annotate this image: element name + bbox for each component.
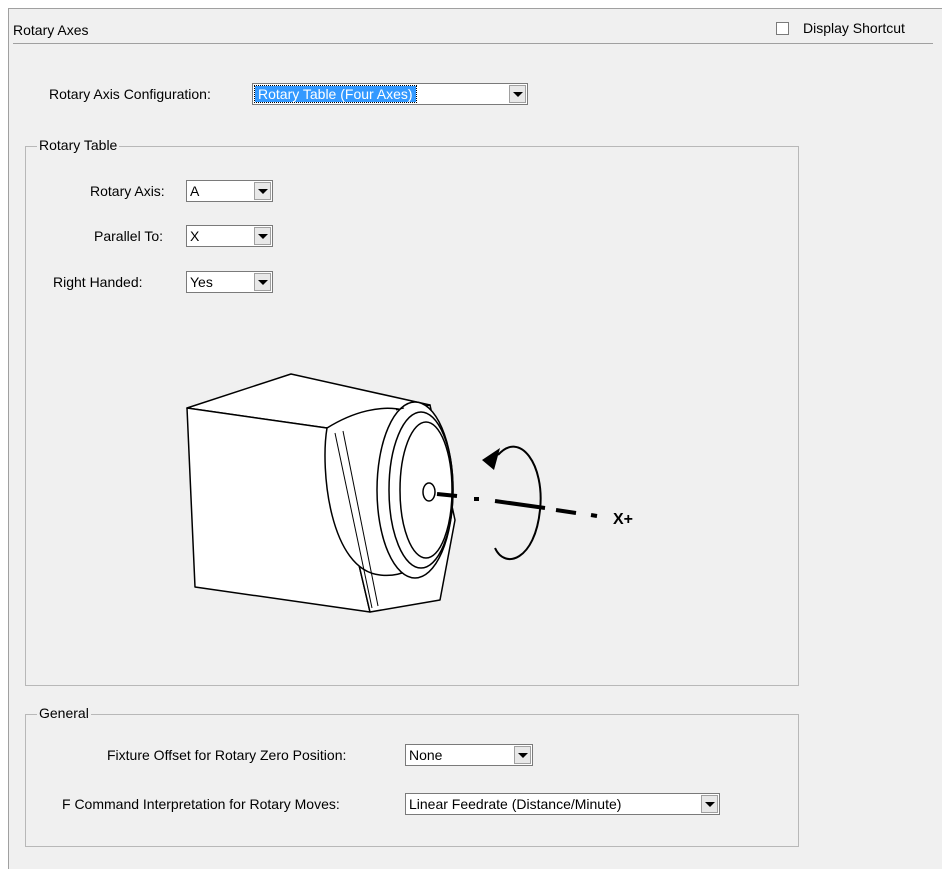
dropdown-arrow-icon[interactable] bbox=[254, 273, 271, 291]
config-select[interactable]: Rotary Table (Four Axes) bbox=[252, 83, 528, 105]
checkbox-box[interactable] bbox=[776, 21, 789, 35]
right-handed-select-value: Yes bbox=[190, 274, 213, 290]
fixture-offset-select-value: None bbox=[409, 747, 443, 763]
dropdown-arrow-icon[interactable] bbox=[514, 746, 531, 764]
rotary-axis-select-value: A bbox=[190, 183, 200, 199]
parallel-to-select-value: X bbox=[190, 228, 200, 244]
general-group-title: General bbox=[37, 705, 91, 721]
display-shortcut-checkbox[interactable]: Display Shortcut bbox=[776, 20, 905, 36]
config-label: Rotary Axis Configuration: bbox=[49, 86, 211, 102]
dropdown-arrow-icon[interactable] bbox=[701, 795, 718, 813]
dropdown-arrow-icon[interactable] bbox=[509, 85, 526, 103]
panel-title: Rotary Axes bbox=[13, 22, 89, 38]
fixture-offset-label: Fixture Offset for Rotary Zero Position: bbox=[107, 747, 347, 763]
parallel-to-select[interactable]: X bbox=[186, 225, 273, 247]
general-group bbox=[25, 714, 799, 847]
parallel-to-label: Parallel To: bbox=[94, 228, 164, 244]
rotary-axis-label: Rotary Axis: bbox=[90, 183, 165, 199]
header-divider bbox=[13, 43, 933, 44]
f-command-select[interactable]: Linear Feedrate (Distance/Minute) bbox=[405, 793, 720, 815]
right-handed-select[interactable]: Yes bbox=[186, 271, 273, 293]
diagram-axis-label: X+ bbox=[613, 511, 633, 528]
dropdown-arrow-icon[interactable] bbox=[254, 182, 271, 200]
display-shortcut-label: Display Shortcut bbox=[803, 20, 905, 36]
config-select-value: Rotary Table (Four Axes) bbox=[254, 85, 417, 103]
right-handed-label: Right Handed: bbox=[53, 274, 143, 290]
rotary-axis-select[interactable]: A bbox=[186, 180, 273, 202]
fixture-offset-select[interactable]: None bbox=[405, 744, 533, 766]
rotary-table-group-title: Rotary Table bbox=[37, 137, 120, 153]
f-command-label: F Command Interpretation for Rotary Move… bbox=[62, 796, 340, 812]
dropdown-arrow-icon[interactable] bbox=[254, 227, 271, 245]
rotary-table-diagram: X+ bbox=[186, 373, 633, 613]
f-command-select-value: Linear Feedrate (Distance/Minute) bbox=[409, 796, 622, 812]
